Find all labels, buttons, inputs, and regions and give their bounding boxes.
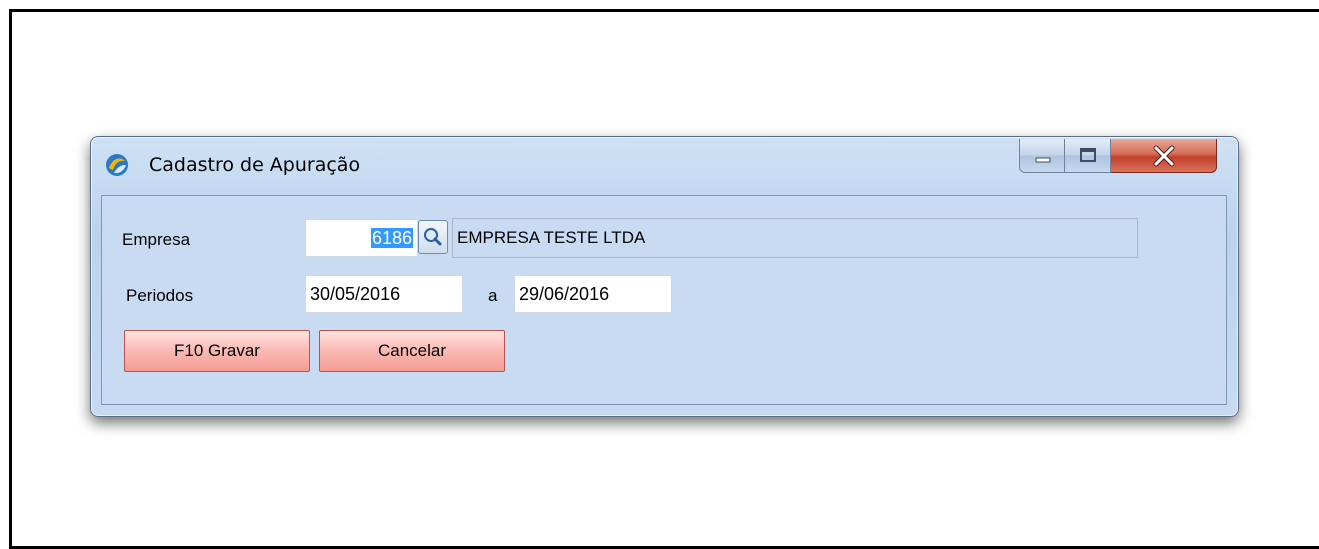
cancel-button[interactable]: Cancelar bbox=[319, 330, 505, 372]
empresa-code-input[interactable]: 6186 bbox=[305, 219, 418, 257]
minimize-icon bbox=[1035, 157, 1051, 163]
empresa-code-value: 6186 bbox=[370, 228, 413, 248]
close-button[interactable] bbox=[1111, 139, 1217, 173]
maximize-button[interactable] bbox=[1065, 139, 1111, 173]
date-from-input[interactable]: 30/05/2016 bbox=[305, 275, 463, 313]
empresa-lookup-button[interactable] bbox=[418, 220, 448, 254]
periodos-label: Periodos bbox=[126, 286, 194, 305]
period-separator: a bbox=[488, 286, 498, 305]
empresa-name-display: EMPRESA TESTE LTDA bbox=[452, 218, 1138, 258]
minimize-button[interactable] bbox=[1019, 139, 1065, 173]
title-bar[interactable]: Cadastro de Apuração bbox=[91, 137, 1238, 193]
save-button[interactable]: F10 Gravar bbox=[124, 330, 310, 372]
form-panel: Empresa 6186 EMPRESA TESTE LTDA Periodos… bbox=[101, 195, 1227, 405]
app-logo-icon bbox=[106, 154, 128, 176]
empresa-label: Empresa bbox=[122, 230, 191, 249]
magnifier-icon bbox=[424, 228, 442, 246]
date-to-input[interactable]: 29/06/2016 bbox=[514, 275, 672, 313]
dialog-window: Cadastro de Apuração Empresa 6186 EMPRES… bbox=[90, 136, 1239, 417]
maximize-icon bbox=[1080, 148, 1096, 162]
close-icon bbox=[1153, 145, 1175, 167]
window-title: Cadastro de Apuração bbox=[149, 154, 361, 176]
